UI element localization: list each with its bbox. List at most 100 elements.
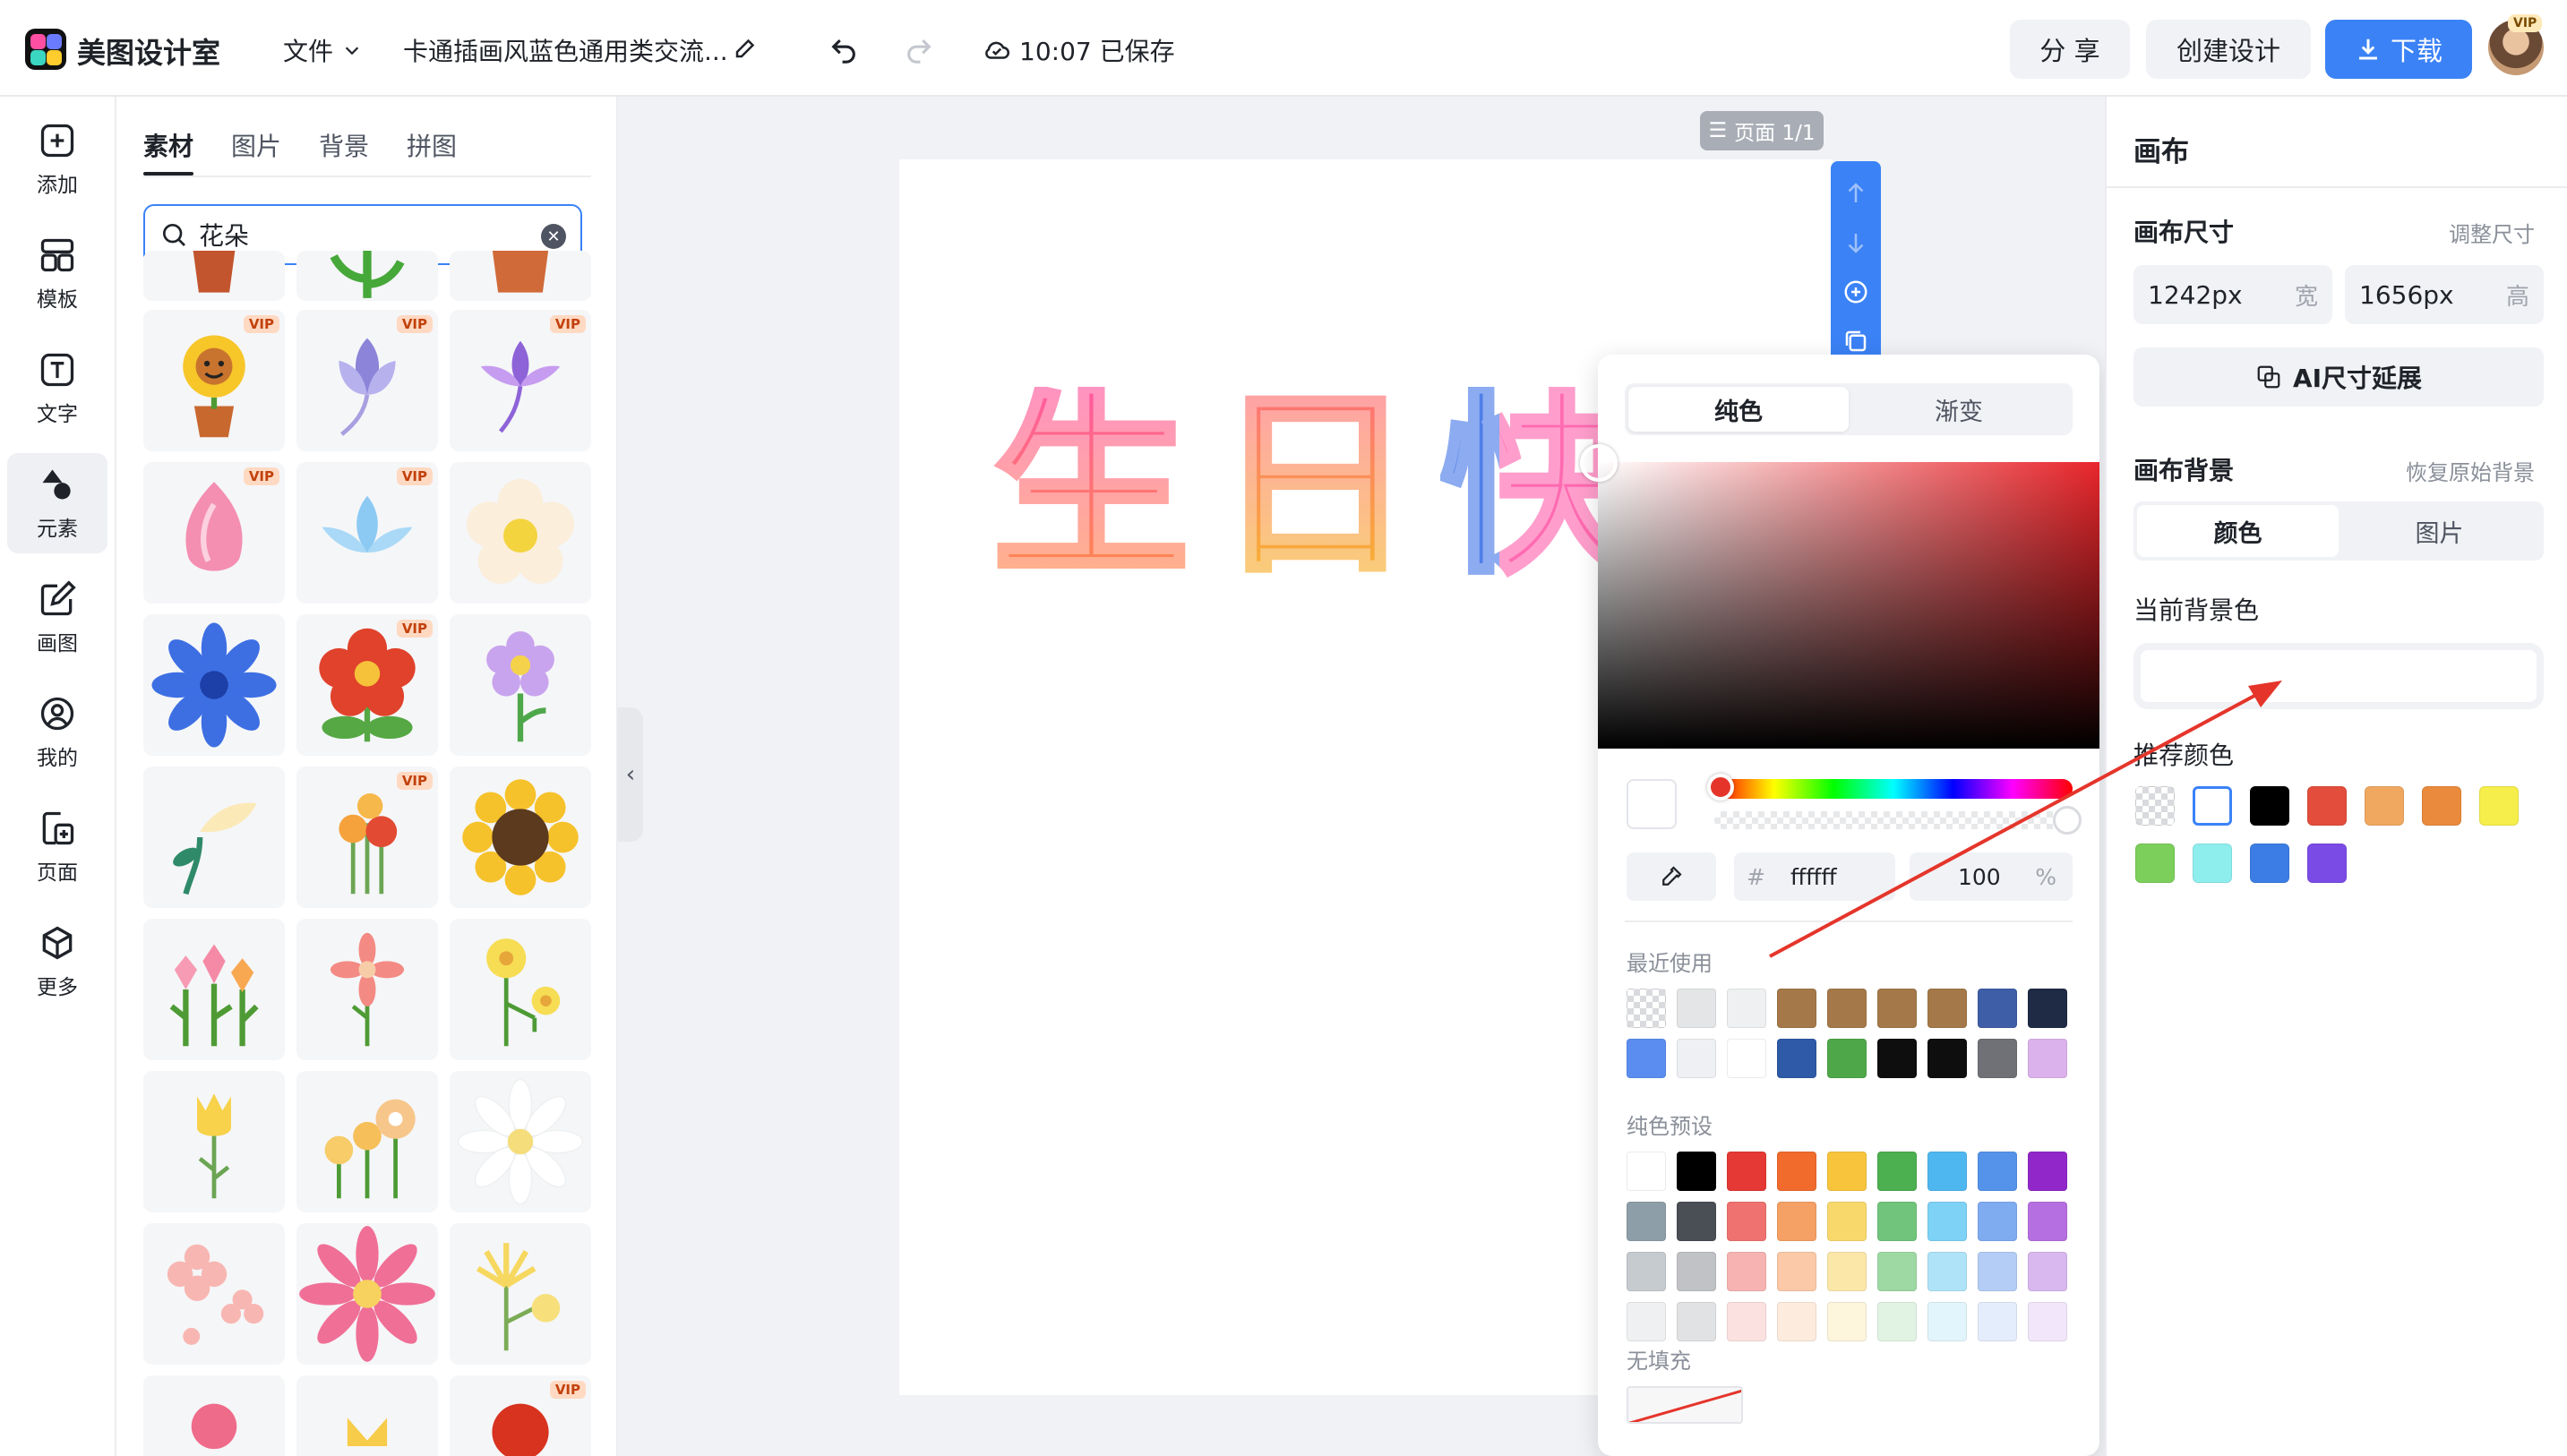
alpha-knob[interactable] <box>2053 806 2082 835</box>
tab-solid-color[interactable]: 纯色 <box>1628 387 1849 432</box>
rail-item-elements[interactable]: 元素 <box>7 453 107 553</box>
restore-background-link[interactable]: 恢复原始背景 <box>2406 455 2535 486</box>
color-swatch[interactable] <box>1777 989 1816 1028</box>
color-swatch[interactable] <box>1927 1202 1967 1241</box>
asset-item[interactable] <box>143 919 285 1060</box>
color-swatch[interactable] <box>2135 844 2175 883</box>
color-swatch[interactable] <box>1677 1039 1716 1078</box>
duplicate-page-icon[interactable] <box>1842 328 1869 355</box>
asset-item[interactable] <box>143 1375 285 1456</box>
create-design-button[interactable]: 创建设计 <box>2146 20 2311 79</box>
rail-item-text[interactable]: 文字 <box>7 338 107 439</box>
color-swatch[interactable] <box>1627 1252 1666 1291</box>
asset-item[interactable] <box>450 614 591 756</box>
asset-item[interactable]: VIP <box>143 310 285 451</box>
hex-input[interactable]: # ffffff <box>1734 852 1895 901</box>
color-swatch[interactable] <box>1877 1252 1917 1291</box>
opacity-input[interactable]: 100 % <box>1910 852 2073 901</box>
color-swatch[interactable] <box>1777 1252 1816 1291</box>
color-swatch[interactable] <box>2479 786 2519 826</box>
color-swatch[interactable] <box>1927 1302 1967 1341</box>
file-menu[interactable]: 文件 <box>283 32 362 68</box>
color-swatch[interactable] <box>1978 989 2017 1028</box>
color-swatch[interactable] <box>1877 989 1917 1028</box>
color-swatch[interactable] <box>2028 1252 2067 1291</box>
document-title[interactable]: 卡通插画风蓝色通用类交流... <box>403 32 728 68</box>
color-swatch[interactable] <box>1727 1152 1766 1191</box>
download-button[interactable]: 下载 <box>2325 20 2472 79</box>
redo-icon[interactable] <box>903 34 935 64</box>
current-bg-color-swatch[interactable] <box>2139 648 2538 704</box>
asset-item[interactable] <box>143 1071 285 1212</box>
color-swatch[interactable] <box>1627 1152 1666 1191</box>
color-swatch[interactable] <box>1627 1302 1666 1341</box>
tab-collage[interactable]: 拼图 <box>407 127 457 163</box>
color-swatch[interactable] <box>1777 1202 1816 1241</box>
color-swatch[interactable] <box>1978 1202 2017 1241</box>
tab-bg-image[interactable]: 图片 <box>2339 505 2540 557</box>
asset-item[interactable] <box>296 1071 438 1212</box>
color-swatch[interactable] <box>1677 1302 1716 1341</box>
color-swatch[interactable] <box>2028 1202 2067 1241</box>
rail-item-add[interactable]: 添加 <box>7 109 107 210</box>
asset-item[interactable] <box>296 919 438 1060</box>
hue-knob[interactable] <box>1707 774 1734 801</box>
tab-bg-color[interactable]: 颜色 <box>2137 505 2339 557</box>
asset-item[interactable] <box>296 1375 438 1456</box>
asset-item[interactable] <box>450 251 591 301</box>
width-input[interactable]: 1242px 宽 <box>2133 265 2332 324</box>
asset-item[interactable]: VIP <box>143 462 285 604</box>
asset-item[interactable] <box>296 251 438 301</box>
asset-item[interactable] <box>296 1223 438 1365</box>
color-swatch[interactable] <box>1627 989 1666 1028</box>
color-swatch[interactable] <box>2028 1152 2067 1191</box>
color-swatch[interactable] <box>1777 1302 1816 1341</box>
rail-item-pages[interactable]: 页面 <box>7 797 107 897</box>
color-swatch[interactable] <box>1877 1302 1917 1341</box>
color-swatch[interactable] <box>1877 1039 1917 1078</box>
alpha-slider[interactable] <box>1714 811 2073 829</box>
color-swatch[interactable] <box>1777 1152 1816 1191</box>
asset-item[interactable] <box>450 767 591 908</box>
rail-item-draw[interactable]: 画图 <box>7 568 107 668</box>
rail-item-templates[interactable]: 模板 <box>7 224 107 324</box>
color-swatch[interactable] <box>1978 1302 2017 1341</box>
color-swatch[interactable] <box>1827 989 1867 1028</box>
color-swatch[interactable] <box>1677 1152 1716 1191</box>
rail-item-mine[interactable]: 我的 <box>7 682 107 783</box>
rail-item-more[interactable]: 更多 <box>7 912 107 1012</box>
color-swatch[interactable] <box>2028 1302 2067 1341</box>
asset-item[interactable]: VIP <box>450 310 591 451</box>
app-logo-icon[interactable] <box>25 29 66 70</box>
color-swatch[interactable] <box>1777 1039 1816 1078</box>
hue-slider[interactable] <box>1714 779 2073 799</box>
color-swatch[interactable] <box>2365 786 2404 826</box>
tab-backgrounds[interactable]: 背景 <box>319 127 369 163</box>
color-swatch[interactable] <box>1827 1252 1867 1291</box>
clear-search-icon[interactable]: ✕ <box>541 224 566 249</box>
color-swatch[interactable] <box>1827 1152 1867 1191</box>
color-swatch[interactable] <box>1727 1302 1766 1341</box>
color-swatch[interactable] <box>2135 786 2175 826</box>
color-swatch[interactable] <box>1927 989 1967 1028</box>
color-swatch[interactable] <box>1627 1202 1666 1241</box>
saturation-value-area[interactable] <box>1598 462 2099 749</box>
add-page-icon[interactable] <box>1842 278 1869 305</box>
collapse-panel-button[interactable]: ‹ <box>618 707 643 842</box>
color-swatch[interactable] <box>1677 989 1716 1028</box>
color-swatch[interactable] <box>2028 1039 2067 1078</box>
color-swatch[interactable] <box>1727 1252 1766 1291</box>
asset-item[interactable]: VIP <box>296 462 438 604</box>
color-swatch[interactable] <box>1978 1252 2017 1291</box>
asset-item[interactable] <box>143 767 285 908</box>
color-swatch[interactable] <box>1978 1039 2017 1078</box>
saturation-knob[interactable] <box>1580 444 1618 482</box>
ai-expand-button[interactable]: AI尺寸延展 <box>2133 347 2544 407</box>
asset-item[interactable] <box>450 919 591 1060</box>
color-swatch[interactable] <box>2307 786 2347 826</box>
share-button[interactable]: 分 享 <box>2010 20 2130 79</box>
color-swatch[interactable] <box>1727 1202 1766 1241</box>
color-swatch[interactable] <box>1627 1039 1666 1078</box>
color-swatch[interactable] <box>2250 844 2289 883</box>
tab-materials[interactable]: 素材 <box>143 127 194 176</box>
